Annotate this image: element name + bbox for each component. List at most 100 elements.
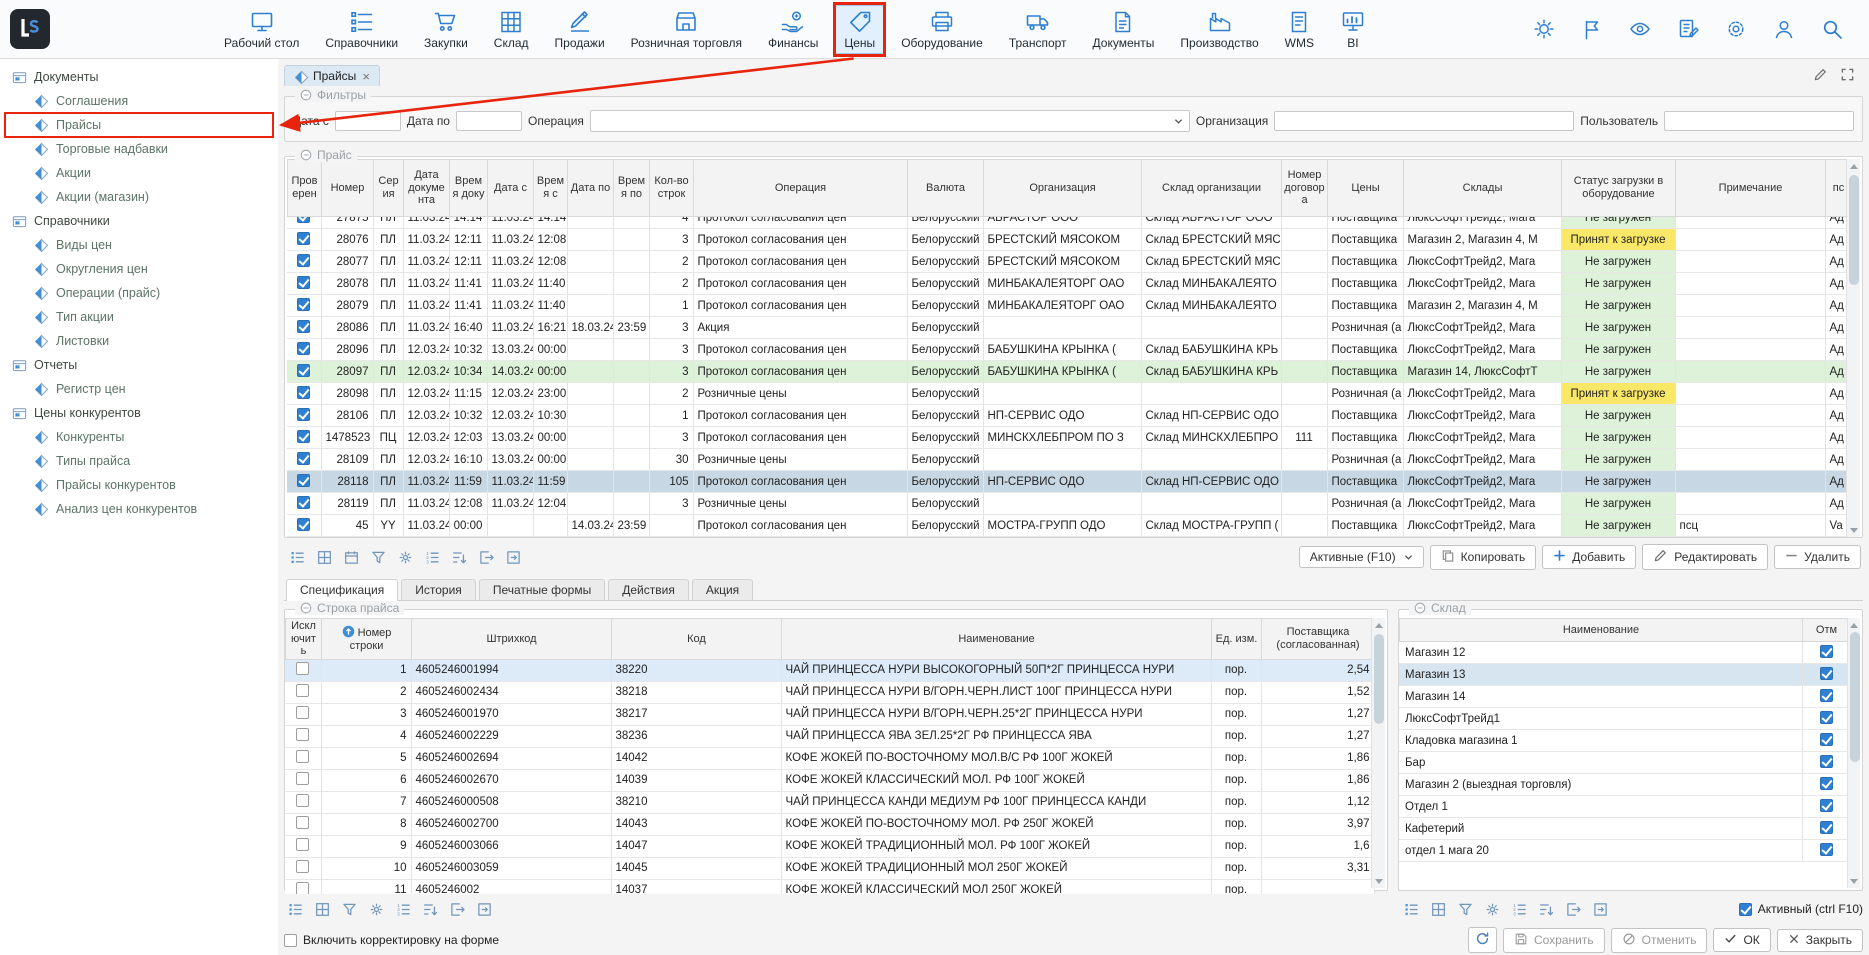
spec-column-header[interactable]: Код [612, 619, 782, 660]
price-toolbar-s-numlist-icon[interactable]: 123 [421, 546, 443, 568]
nav-item-warehouse[interactable]: Склад [484, 5, 539, 54]
price-toolbar-s-export-icon[interactable] [475, 546, 497, 568]
collapse-icon[interactable] [300, 602, 312, 614]
price-column-header[interactable]: Время с [534, 160, 568, 217]
organization-input[interactable] [1274, 111, 1574, 131]
adjust-checkbox[interactable]: Включить корректировку на форме [284, 933, 499, 947]
price-column-header[interactable]: Склад организации [1142, 160, 1282, 217]
nav-item-prices[interactable]: Цены [834, 5, 885, 54]
row-checkbox[interactable] [297, 430, 310, 443]
spec-column-header[interactable]: Поставщика (согласованная) [1262, 619, 1375, 660]
tab-close-icon[interactable]: × [362, 70, 370, 83]
price-toolbar-s-grid-icon[interactable] [313, 546, 335, 568]
mark-checkbox[interactable] [1820, 799, 1833, 812]
detail-tab-4[interactable]: Акция [692, 579, 753, 600]
row-checkbox[interactable] [297, 298, 310, 311]
warehouse-toolbar-s-funnel-icon[interactable] [1454, 898, 1476, 920]
ok-button[interactable]: ОК [1713, 928, 1770, 952]
exclude-checkbox[interactable] [296, 750, 309, 763]
row-checkbox[interactable] [297, 217, 310, 223]
scrollbar-thumb[interactable] [1374, 634, 1384, 724]
exclude-checkbox[interactable] [296, 816, 309, 829]
exclude-checkbox[interactable] [296, 684, 309, 697]
warehouse-toolbar-s-sort-icon[interactable] [1535, 898, 1557, 920]
spec-toolbar-s-import-icon[interactable] [473, 898, 495, 920]
spec-row[interactable]: 5460524600269414042КОФЕ ЖОКЕЙ ПО-ВОСТОЧН… [285, 747, 1374, 769]
price-column-header[interactable]: Дата с [488, 160, 534, 217]
spec-row[interactable]: 10460524600305914045КОФЕ ЖОКЕЙ ТРАДИЦИОН… [285, 857, 1374, 879]
theme-icon[interactable] [1533, 18, 1555, 40]
scroll-up-icon[interactable] [1848, 619, 1860, 631]
warehouse-column-header[interactable]: Наименование [1400, 619, 1803, 642]
warehouse-row[interactable]: отдел 1 мага 20 [1399, 840, 1850, 862]
mark-checkbox[interactable] [1820, 733, 1833, 746]
nav-item-documents[interactable]: Документы [1083, 5, 1165, 54]
warehouse-row[interactable]: Кафетерий [1399, 818, 1850, 840]
nav-item-purchases[interactable]: Закупки [414, 5, 478, 54]
row-checkbox[interactable] [297, 232, 310, 245]
warehouse-toolbar-s-export-icon[interactable] [1562, 898, 1584, 920]
warehouse-row[interactable]: Магазин 12 [1399, 642, 1850, 664]
warehouse-row[interactable]: Магазин 14 [1399, 686, 1850, 708]
price-column-header[interactable]: Дата по [568, 160, 614, 217]
warehouse-toolbar-s-numlist-icon[interactable]: 123 [1508, 898, 1530, 920]
sidebar-item-3-3[interactable]: Анализ цен конкурентов [0, 497, 274, 521]
warehouse-row[interactable]: Магазин 2 (выездная торговля) [1399, 774, 1850, 796]
search-icon[interactable] [1821, 18, 1843, 40]
warehouse-toolbar-s-import-icon[interactable] [1589, 898, 1611, 920]
row-checkbox[interactable] [297, 276, 310, 289]
warehouse-vertical-scrollbar[interactable] [1847, 618, 1860, 888]
price-column-header[interactable]: Серия [374, 160, 404, 217]
price-row[interactable]: 1478523ПЦ12.03.2412:0313.03.2400:003Прот… [287, 427, 1851, 449]
mark-checkbox[interactable] [1820, 777, 1833, 790]
delete-button[interactable]: Удалить [1774, 545, 1861, 569]
spec-toolbar-s-export-icon[interactable] [446, 898, 468, 920]
nav-item-finance[interactable]: Финансы [758, 5, 828, 54]
mark-checkbox[interactable] [1820, 755, 1833, 768]
price-row[interactable]: 28109ПЛ12.03.2416:1013.03.2400:0030Розни… [287, 449, 1851, 471]
exclude-checkbox[interactable] [296, 838, 309, 851]
detail-tab-2[interactable]: Печатные формы [479, 579, 605, 600]
row-checkbox[interactable] [297, 386, 310, 399]
exclude-checkbox[interactable] [296, 772, 309, 785]
sidebar-item-0-2[interactable]: Торговые надбавки [0, 137, 274, 161]
save-button[interactable]: Сохранить [1503, 928, 1605, 953]
refresh-button[interactable] [1468, 927, 1497, 953]
user-input[interactable] [1664, 111, 1854, 131]
adjust-checkbox-box[interactable] [284, 934, 297, 947]
spec-row[interactable]: 6460524600267014039КОФЕ ЖОКЕЙ КЛАССИЧЕСК… [285, 769, 1374, 791]
exclude-checkbox[interactable] [296, 794, 309, 807]
spec-row[interactable]: 3460524600197038217ЧАЙ ПРИНЦЕССА НУРИ В/… [285, 703, 1374, 725]
price-row[interactable]: 28106ПЛ12.03.2410:3212.03.2410:301Проток… [287, 405, 1851, 427]
spec-toolbar-s-sort-icon[interactable] [419, 898, 441, 920]
price-column-header[interactable]: Организация [984, 160, 1142, 217]
price-row[interactable]: 28118ПЛ11.03.2411:5911.03.2411:59105Прот… [287, 471, 1851, 493]
row-checkbox[interactable] [297, 254, 310, 267]
sidebar-item-1-3[interactable]: Тип акции [0, 305, 274, 329]
price-toolbar-s-sort-icon[interactable] [448, 546, 470, 568]
spec-row[interactable]: 4460524600222938236ЧАЙ ПРИНЦЕССА ЯВА ЗЕЛ… [285, 725, 1374, 747]
sidebar-section-0[interactable]: Документы [0, 65, 252, 89]
active-filter-select[interactable]: Активные (F10) [1299, 546, 1424, 568]
scrollbar-thumb[interactable] [1849, 175, 1859, 285]
exclude-checkbox[interactable] [296, 860, 309, 873]
sidebar-item-1-2[interactable]: Операции (прайс) [0, 281, 274, 305]
warehouse-column-header[interactable]: Отм [1803, 619, 1851, 642]
scroll-down-icon[interactable] [1372, 875, 1385, 887]
spec-row[interactable]: 9460524600306614047КОФЕ ЖОКЕЙ ТРАДИЦИОНН… [285, 835, 1374, 857]
spec-row[interactable]: 7460524600050838210ЧАЙ ПРИНЦЕССА КАНДИ М… [285, 791, 1374, 813]
spec-toolbar-s-grid-icon[interactable] [311, 898, 333, 920]
spec-row[interactable]: 11460524600214037КОФЕ ЖОКЕЙ КЛАССИЧЕСКИЙ… [285, 879, 1374, 894]
spec-column-header[interactable]: Штрихкод [412, 619, 612, 660]
row-checkbox[interactable] [297, 518, 310, 531]
price-column-header[interactable]: Склады [1404, 160, 1562, 217]
price-row[interactable]: 28077ПЛ11.03.2412:1111.03.2412:082Проток… [287, 251, 1851, 273]
app-logo[interactable] [10, 9, 50, 49]
date-from-input[interactable] [335, 111, 401, 131]
exclude-checkbox[interactable] [296, 728, 309, 741]
sidebar-item-1-4[interactable]: Листовки [0, 329, 274, 353]
price-column-header[interactable]: Время по [614, 160, 650, 217]
mark-checkbox[interactable] [1820, 667, 1833, 680]
scroll-down-icon[interactable] [1847, 524, 1860, 536]
mark-checkbox[interactable] [1820, 645, 1833, 658]
